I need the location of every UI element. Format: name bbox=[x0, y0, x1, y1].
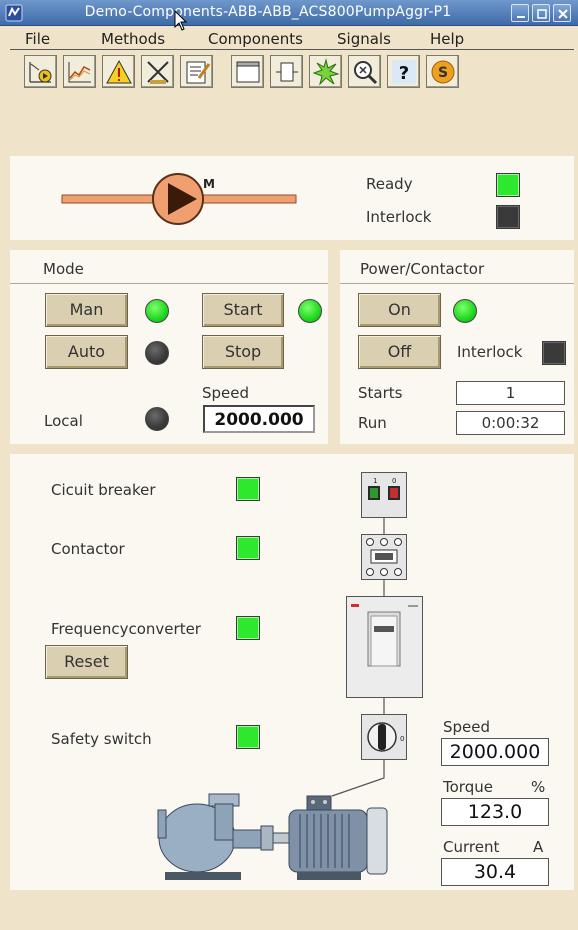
close-button[interactable] bbox=[553, 4, 571, 22]
speed-readout-label: Speed bbox=[443, 718, 491, 736]
svg-text:S: S bbox=[438, 65, 448, 81]
speed-setpoint-label: Speed bbox=[202, 384, 250, 402]
trend-icon bbox=[29, 62, 52, 83]
auto-indicator bbox=[145, 341, 169, 365]
maximize-icon bbox=[537, 9, 547, 19]
note-icon bbox=[186, 61, 211, 84]
note-button[interactable] bbox=[180, 55, 213, 88]
circuit-breaker-device[interactable]: 1 0 bbox=[361, 472, 407, 518]
power-interlock-label: Interlock bbox=[457, 343, 523, 361]
power-title: Power/Contactor bbox=[360, 260, 485, 278]
alarm-button[interactable] bbox=[102, 55, 135, 88]
window-button[interactable] bbox=[231, 55, 264, 88]
on-indicator bbox=[453, 299, 477, 323]
menu-file[interactable]: File bbox=[25, 30, 50, 48]
trend-button[interactable] bbox=[24, 55, 57, 88]
current-readout-label: Current bbox=[443, 838, 500, 856]
start-indicator bbox=[298, 299, 322, 323]
curve-button[interactable] bbox=[63, 55, 96, 88]
local-indicator bbox=[145, 407, 169, 431]
pump-icon bbox=[61, 173, 297, 225]
object-icon bbox=[276, 62, 298, 82]
run-value: 0:00:32 bbox=[456, 411, 565, 435]
circuit-breaker-icon: 1 0 bbox=[361, 472, 407, 518]
svg-text:0: 0 bbox=[392, 477, 396, 485]
safety-switch-icon: 0 bbox=[361, 714, 407, 760]
alarm-icon bbox=[106, 59, 132, 84]
motor-letter: M bbox=[203, 177, 215, 191]
s-button[interactable]: S bbox=[426, 55, 459, 88]
menu-methods[interactable]: Methods bbox=[101, 30, 165, 48]
reset-button[interactable]: Reset bbox=[45, 645, 128, 679]
starts-label: Starts bbox=[358, 384, 403, 402]
pump-motor-assembly[interactable] bbox=[155, 790, 390, 886]
start-button[interactable]: Start bbox=[202, 293, 284, 327]
speed-setpoint-input[interactable]: 2000.000 bbox=[203, 405, 315, 433]
crossref-icon bbox=[312, 58, 340, 86]
crossref-button[interactable] bbox=[309, 55, 342, 88]
menu-components[interactable]: Components bbox=[208, 30, 303, 48]
object-button[interactable] bbox=[270, 55, 303, 88]
svg-text:1: 1 bbox=[373, 477, 377, 485]
pump-symbol[interactable] bbox=[60, 170, 300, 228]
s-icon: S bbox=[431, 60, 455, 84]
auto-button[interactable]: Auto bbox=[45, 335, 128, 369]
minimize-button[interactable] bbox=[511, 4, 529, 22]
contactor-icon bbox=[361, 534, 407, 580]
contactor-label: Contactor bbox=[51, 540, 125, 558]
man-button[interactable]: Man bbox=[45, 293, 128, 327]
frequency-converter-device[interactable] bbox=[346, 596, 423, 698]
man-indicator bbox=[145, 299, 169, 323]
window-title: Demo-Components-ABB-ABB_ACS800PumpAggr-P… bbox=[84, 4, 452, 20]
search-button[interactable] bbox=[348, 55, 381, 88]
menu-divider bbox=[10, 49, 574, 50]
block-icon bbox=[147, 61, 169, 84]
current-readout-value: 30.4 bbox=[441, 858, 549, 886]
torque-readout-label: Torque bbox=[443, 778, 493, 796]
app-icon bbox=[5, 4, 23, 22]
breaker-label: Cicuit breaker bbox=[51, 481, 156, 499]
close-icon bbox=[558, 9, 568, 19]
pump-interlock-label: Interlock bbox=[366, 208, 432, 226]
help-icon: ? bbox=[392, 60, 416, 84]
run-label: Run bbox=[358, 414, 387, 432]
minimize-icon bbox=[517, 16, 525, 18]
pump-interlock-indicator bbox=[496, 205, 520, 229]
power-divider bbox=[340, 283, 574, 284]
ready-label: Ready bbox=[366, 175, 413, 193]
window-icon bbox=[236, 61, 260, 83]
contactor-device[interactable] bbox=[361, 534, 407, 580]
starts-value: 1 bbox=[456, 381, 565, 405]
svg-text:?: ? bbox=[399, 63, 409, 84]
block-button[interactable] bbox=[141, 55, 174, 88]
local-label: Local bbox=[44, 412, 83, 430]
safety-label: Safety switch bbox=[51, 730, 152, 748]
stop-button[interactable]: Stop bbox=[202, 335, 284, 369]
torque-unit: % bbox=[531, 778, 546, 796]
speed-readout-value: 2000.000 bbox=[441, 738, 549, 766]
svg-text:0: 0 bbox=[400, 735, 404, 743]
menu-signals[interactable]: Signals bbox=[337, 30, 391, 48]
maximize-button[interactable] bbox=[532, 4, 550, 22]
safety-switch-device[interactable]: 0 bbox=[361, 714, 407, 760]
mode-title: Mode bbox=[43, 260, 84, 278]
curve-icon bbox=[68, 62, 91, 83]
pump-motor-icon bbox=[157, 793, 388, 880]
on-button[interactable]: On bbox=[358, 293, 441, 327]
current-unit: A bbox=[533, 838, 544, 856]
torque-readout-value: 123.0 bbox=[441, 798, 549, 826]
mouse-cursor-icon bbox=[174, 9, 188, 32]
frequency-converter-icon bbox=[346, 596, 423, 698]
mode-divider bbox=[10, 283, 328, 284]
ready-indicator bbox=[496, 173, 520, 197]
off-button[interactable]: Off bbox=[358, 335, 441, 369]
search-icon bbox=[354, 61, 378, 85]
menu-help[interactable]: Help bbox=[430, 30, 464, 48]
power-interlock-indicator bbox=[542, 341, 566, 365]
help-button[interactable]: ? bbox=[387, 55, 420, 88]
